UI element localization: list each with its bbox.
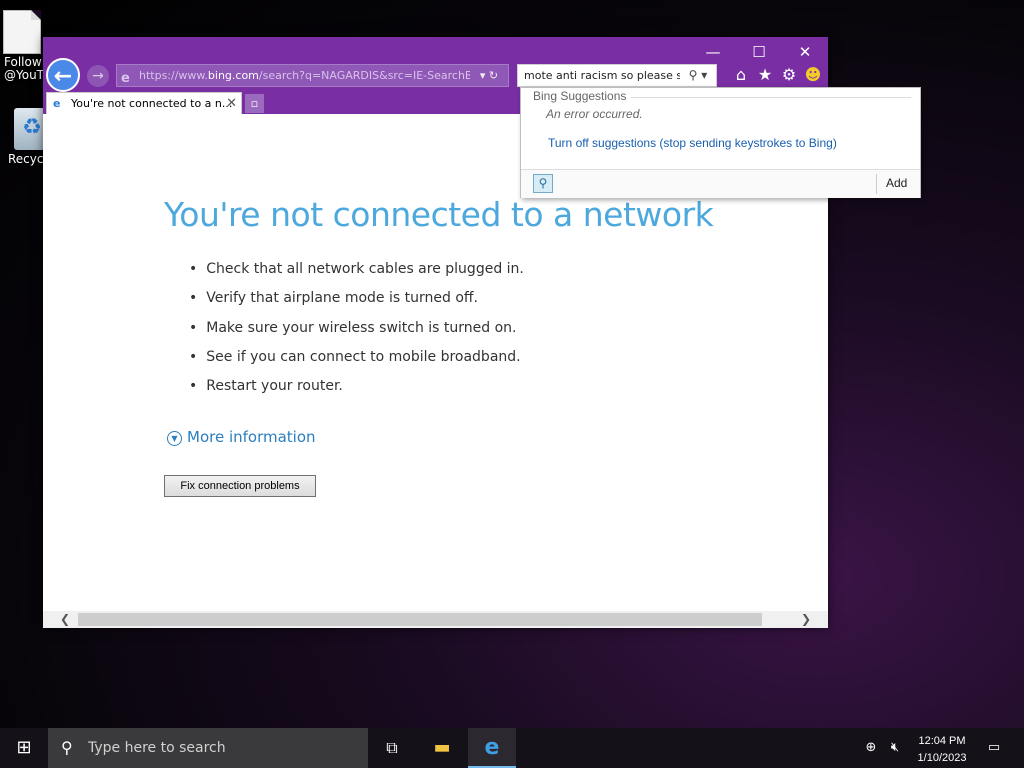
search-input-value: mote anti racism so please st (524, 69, 687, 82)
tab-active[interactable]: e You're not connected to a n... ✕ (46, 92, 242, 114)
suggestions-title: Bing Suggestions (533, 89, 627, 103)
arrow-left-icon: ← (53, 64, 73, 89)
page-title: You're not connected to a network (164, 195, 714, 234)
tab-close-icon[interactable]: ✕ (226, 93, 237, 114)
refresh-icon[interactable]: ↻ (489, 69, 498, 82)
add-provider-button[interactable]: Add (886, 176, 907, 190)
task-view-icon: ⧉ (386, 738, 398, 757)
search-box[interactable]: mote anti racism so please st ⚲ ▾ (517, 64, 717, 87)
folder-icon: ▬ (433, 737, 451, 758)
scroll-left-icon[interactable]: ❮ (55, 611, 75, 628)
search-icon[interactable]: ⚲ (689, 68, 698, 82)
address-bar-actions: ▾ ↻ (470, 65, 508, 86)
search-provider-icon[interactable]: ⚲ (533, 174, 553, 193)
suggestions-footer: ⚲ Add (521, 169, 920, 198)
ie-tab-icon: e (53, 97, 61, 110)
clock-date: 1/10/2023 (917, 752, 967, 764)
dropdown-arrow-icon[interactable]: ▾ (701, 68, 707, 82)
list-item: Check that all network cables are plugge… (189, 259, 524, 288)
search-box-actions: ⚲ ▾ (680, 65, 716, 86)
start-button[interactable]: ⊞ (0, 728, 48, 768)
troubleshooting-list: Check that all network cables are plugge… (189, 259, 524, 405)
horizontal-scrollbar[interactable]: ❮ ❯ (43, 611, 828, 628)
scrollbar-thumb[interactable] (78, 613, 762, 626)
new-tab-icon: ▫ (250, 97, 259, 110)
dropdown-arrow-icon[interactable]: ▾ (480, 69, 486, 82)
more-information-link[interactable]: ▼ More information (167, 428, 316, 446)
taskbar-search-box[interactable]: ⚲ Type here to search (48, 728, 368, 768)
document-icon (3, 10, 41, 54)
address-bar[interactable]: e https://www.bing.com/search?q=NAGARDIS&… (116, 64, 509, 87)
arrow-right-icon: → (92, 68, 104, 84)
back-button[interactable]: ← (46, 58, 80, 92)
divider (631, 97, 911, 98)
toolbar-icons: ⌂ ★ ⚙ ☻ (729, 65, 825, 87)
task-view-button[interactable]: ⧉ (368, 728, 416, 768)
chevron-down-icon: ▼ (167, 431, 182, 446)
list-item: Make sure your wireless switch is turned… (189, 318, 524, 347)
url-path: /search?q=NAGARDIS&src=IE-SearchBo (258, 69, 480, 82)
windows-logo-icon: ⊞ (16, 737, 32, 758)
url-scheme: https://www. (139, 69, 208, 82)
network-icon[interactable]: ⊕ (860, 728, 882, 768)
minimize-button[interactable]: — (695, 41, 731, 63)
clock-time: 12:04 PM (918, 735, 966, 747)
home-icon[interactable]: ⌂ (729, 65, 753, 84)
maximize-button[interactable]: ☐ (741, 41, 777, 63)
feedback-smiley-icon[interactable]: ☻ (801, 65, 825, 84)
gear-icon[interactable]: ⚙ (777, 65, 801, 84)
search-icon: ⚲ (61, 738, 73, 757)
tab-title: You're not connected to a n... (71, 97, 233, 110)
favorites-star-icon[interactable]: ★ (753, 65, 777, 84)
taskbar: ⊞ ⚲ Type here to search ⧉ ▬ e ⊕ 🔇︎ 12:04… (0, 728, 1024, 768)
list-item: Verify that airplane mode is turned off. (189, 288, 524, 317)
fix-connection-button[interactable]: Fix connection problems (164, 475, 316, 497)
turn-off-suggestions-link[interactable]: Turn off suggestions (stop sending keyst… (548, 136, 837, 150)
new-tab-button[interactable]: ▫ (245, 94, 264, 113)
file-explorer-button[interactable]: ▬ (418, 728, 466, 768)
internet-explorer-button[interactable]: e (468, 728, 516, 768)
notifications-icon[interactable]: ▭ (980, 728, 1008, 768)
close-button[interactable]: ✕ (787, 41, 823, 63)
ie-page-icon: e (121, 71, 130, 86)
suggestions-error: An error occurred. (546, 107, 643, 121)
more-information-label: More information (187, 428, 316, 446)
forward-button[interactable]: → (87, 65, 109, 87)
url-host: bing.com (207, 69, 259, 82)
scroll-right-icon[interactable]: ❯ (796, 611, 816, 628)
list-item: See if you can connect to mobile broadba… (189, 347, 524, 376)
taskbar-search-placeholder: Type here to search (88, 740, 226, 756)
divider (876, 174, 877, 194)
ie-logo-icon: e (484, 735, 500, 760)
list-item: Restart your router. (189, 376, 524, 405)
system-clock[interactable]: 12:04 PM 1/10/2023 (903, 731, 981, 767)
suggestions-flyout: Bing Suggestions An error occurred. Turn… (520, 87, 921, 198)
